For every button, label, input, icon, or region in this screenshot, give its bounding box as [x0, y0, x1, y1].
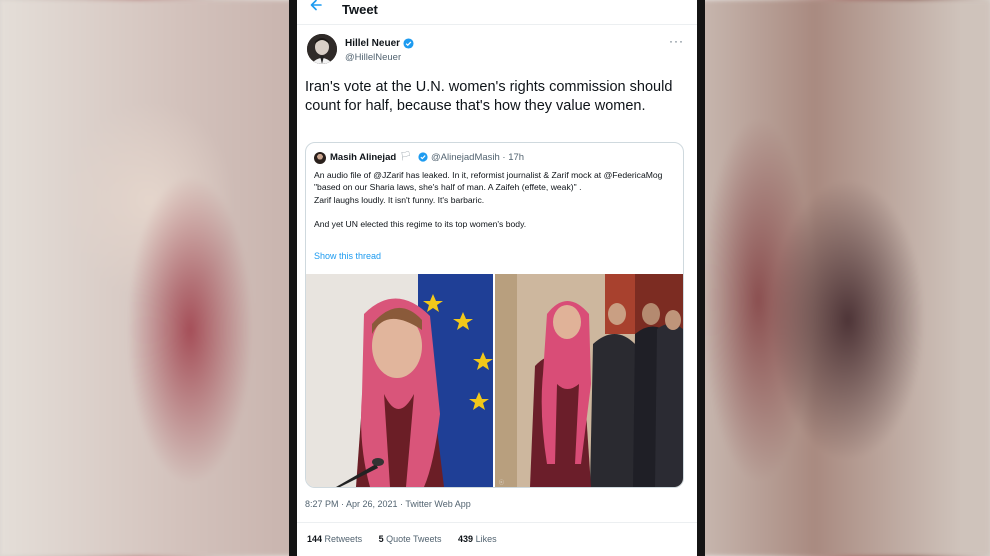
- quoted-line: Zarif laughs loudly. It isn't funny. It'…: [314, 194, 485, 205]
- quoted-line: And yet UN elected this regime to its to…: [314, 218, 527, 229]
- photo-speaker-drawing: [306, 274, 493, 487]
- tweet-timestamp[interactable]: 8:27 PM · Apr 26, 2021 · Twitter Web App: [305, 499, 471, 509]
- divider: [297, 522, 697, 523]
- avatar[interactable]: [307, 34, 337, 64]
- tweet-text: Iran's vote at the U.N. women's rights c…: [305, 79, 673, 114]
- header-bar: Tweet: [297, 0, 697, 25]
- arrow-left-icon[interactable]: [309, 0, 323, 12]
- quoted-author-handle: @AlinejadMasih · 17h: [431, 152, 525, 163]
- engagement-stats: 144 Retweets 5 Quote Tweets 439 Likes: [307, 534, 511, 544]
- tweet-screen: Tweet Hillel Neuer @HillelNeuer ··· Iran…: [297, 0, 697, 556]
- quoted-text: An audio file of @JZarif has leaked. In …: [314, 169, 669, 230]
- photo-group-drawing: ⓒ: [495, 274, 683, 487]
- photo-credit: ⓒ: [499, 479, 504, 486]
- quoted-avatar: [314, 152, 326, 164]
- photo-speaker[interactable]: [306, 274, 493, 487]
- show-thread-link[interactable]: Show this thread: [314, 251, 381, 261]
- photo-group[interactable]: ⓒ: [495, 274, 683, 487]
- flag-icon: 🏳: [400, 151, 412, 161]
- avatar-portrait: [307, 34, 337, 64]
- quoted-author-name: Masih Alinejad: [330, 152, 397, 163]
- author-handle[interactable]: @HillelNeuer: [345, 52, 401, 63]
- background-blur-right: [698, 0, 990, 556]
- verified-badge-icon: [403, 38, 414, 49]
- author-name[interactable]: Hillel Neuer: [345, 38, 400, 49]
- more-options-icon[interactable]: ···: [669, 34, 684, 48]
- quoted-tweet-card[interactable]: Masih Alinejad 🏳 @AlinejadMasih · 17h An…: [305, 142, 684, 488]
- background-blur-left: [0, 0, 300, 556]
- quoted-verified-icon: [418, 152, 428, 162]
- likes-stat[interactable]: 439 Likes: [458, 534, 497, 544]
- quote-tweets-stat[interactable]: 5 Quote Tweets: [379, 534, 442, 544]
- quoted-media[interactable]: ⓒ: [306, 274, 683, 487]
- quoted-line: An audio file of @JZarif has leaked. In …: [314, 170, 663, 193]
- retweets-stat[interactable]: 144 Retweets: [307, 534, 362, 544]
- page-title: Tweet: [342, 2, 378, 17]
